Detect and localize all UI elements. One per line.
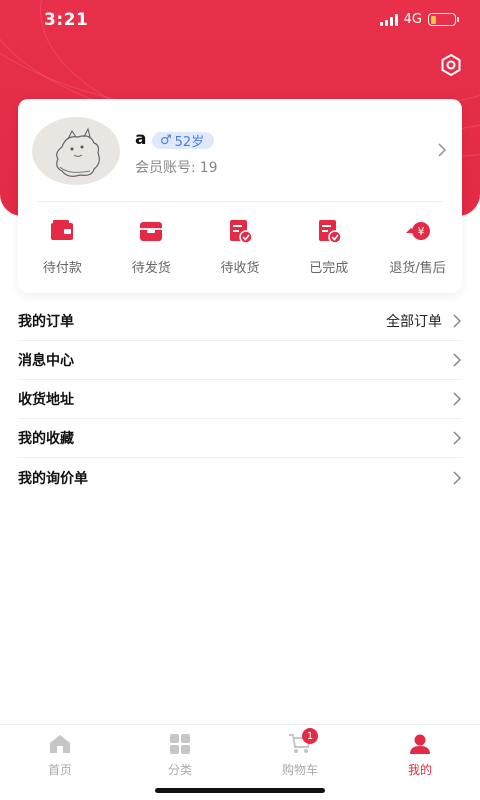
menu-label: 我的收藏 [18, 431, 74, 447]
done-doc-icon [318, 220, 342, 244]
member-id-label: 会员账号: [135, 160, 196, 176]
signal-icon [379, 13, 398, 26]
wallet-icon [51, 220, 74, 240]
svg-text:¥: ¥ [417, 225, 424, 238]
member-account: 会员账号: 19 [135, 157, 218, 177]
cart-badge: 1 [302, 728, 318, 744]
member-id-value: 19 [199, 160, 218, 176]
menu-item-my-orders[interactable]: 我的订单 全部订单 [18, 302, 462, 341]
tab-home[interactable]: 首页 [0, 725, 120, 800]
menu-label: 我的询价单 [18, 470, 88, 487]
tab-label: 购物车 [281, 763, 318, 777]
box-icon [140, 222, 163, 241]
tab-label: 首页 [47, 763, 72, 777]
order-label: 退货/售后 [389, 261, 446, 276]
order-refund[interactable]: ¥ 退货/售后 [373, 217, 462, 276]
order-status-row: 待付款 待发货 待收货 已完成 ¥ 退货/售后 [18, 217, 462, 276]
status-indicators: 4G [379, 12, 459, 27]
tab-label: 我的 [407, 763, 432, 777]
gear-icon [441, 53, 461, 77]
grid-icon [170, 734, 190, 754]
chevron-right-icon [453, 353, 462, 367]
profile-card: a ♂ 52岁 会员账号: 19 待付款 待发货 待收货 已完成 ¥ 退货/售后 [18, 99, 462, 293]
chevron-right-icon [453, 392, 462, 406]
order-label: 已完成 [309, 261, 349, 276]
chevron-right-icon [453, 314, 462, 328]
order-label: 待付款 [42, 261, 82, 276]
tab-label: 分类 [167, 763, 192, 777]
battery-icon [428, 13, 459, 26]
settings-button[interactable] [438, 52, 464, 78]
menu-item-messages[interactable]: 消息中心 [18, 341, 462, 380]
status-time: 3:21 [44, 10, 89, 30]
male-icon: ♂ [160, 133, 172, 148]
network-label: 4G [403, 12, 422, 27]
avatar-sketch [56, 127, 100, 177]
home-indicator [155, 788, 325, 793]
age-value: 52岁 [174, 135, 205, 150]
menu-label: 消息中心 [18, 353, 74, 369]
user-name: a [135, 129, 147, 149]
menu-label: 收货地址 [18, 392, 74, 408]
order-pending-shipment[interactable]: 待发货 [107, 217, 196, 276]
menu-list: 我的订单 全部订单 消息中心 收货地址 我的收藏 我的询价单 [18, 302, 462, 497]
status-bar: 3:21 4G [0, 0, 480, 40]
menu-item-address[interactable]: 收货地址 [18, 380, 462, 419]
chevron-right-icon [453, 470, 462, 485]
menu-item-inquiries[interactable]: 我的询价单 [18, 458, 462, 497]
chevron-right-icon[interactable] [436, 141, 448, 159]
order-pending-receipt[interactable]: 待收货 [196, 217, 285, 276]
home-icon [50, 735, 70, 753]
chevron-right-icon [453, 431, 462, 445]
age-badge: ♂ 52岁 [152, 132, 215, 150]
order-pending-payment[interactable]: 待付款 [18, 217, 107, 276]
receive-doc-icon [229, 220, 253, 244]
order-label: 待收货 [220, 261, 260, 276]
order-label: 待发货 [131, 261, 171, 276]
refund-icon: ¥ [405, 222, 430, 240]
user-icon [410, 734, 430, 754]
avatar[interactable] [32, 117, 120, 185]
menu-label: 我的订单 [18, 314, 74, 330]
tab-mine[interactable]: 我的 [360, 725, 480, 800]
order-completed[interactable]: 已完成 [284, 217, 373, 276]
menu-item-favorites[interactable]: 我的收藏 [18, 419, 462, 458]
divider [36, 201, 444, 202]
all-orders-link[interactable]: 全部订单 [386, 311, 442, 331]
